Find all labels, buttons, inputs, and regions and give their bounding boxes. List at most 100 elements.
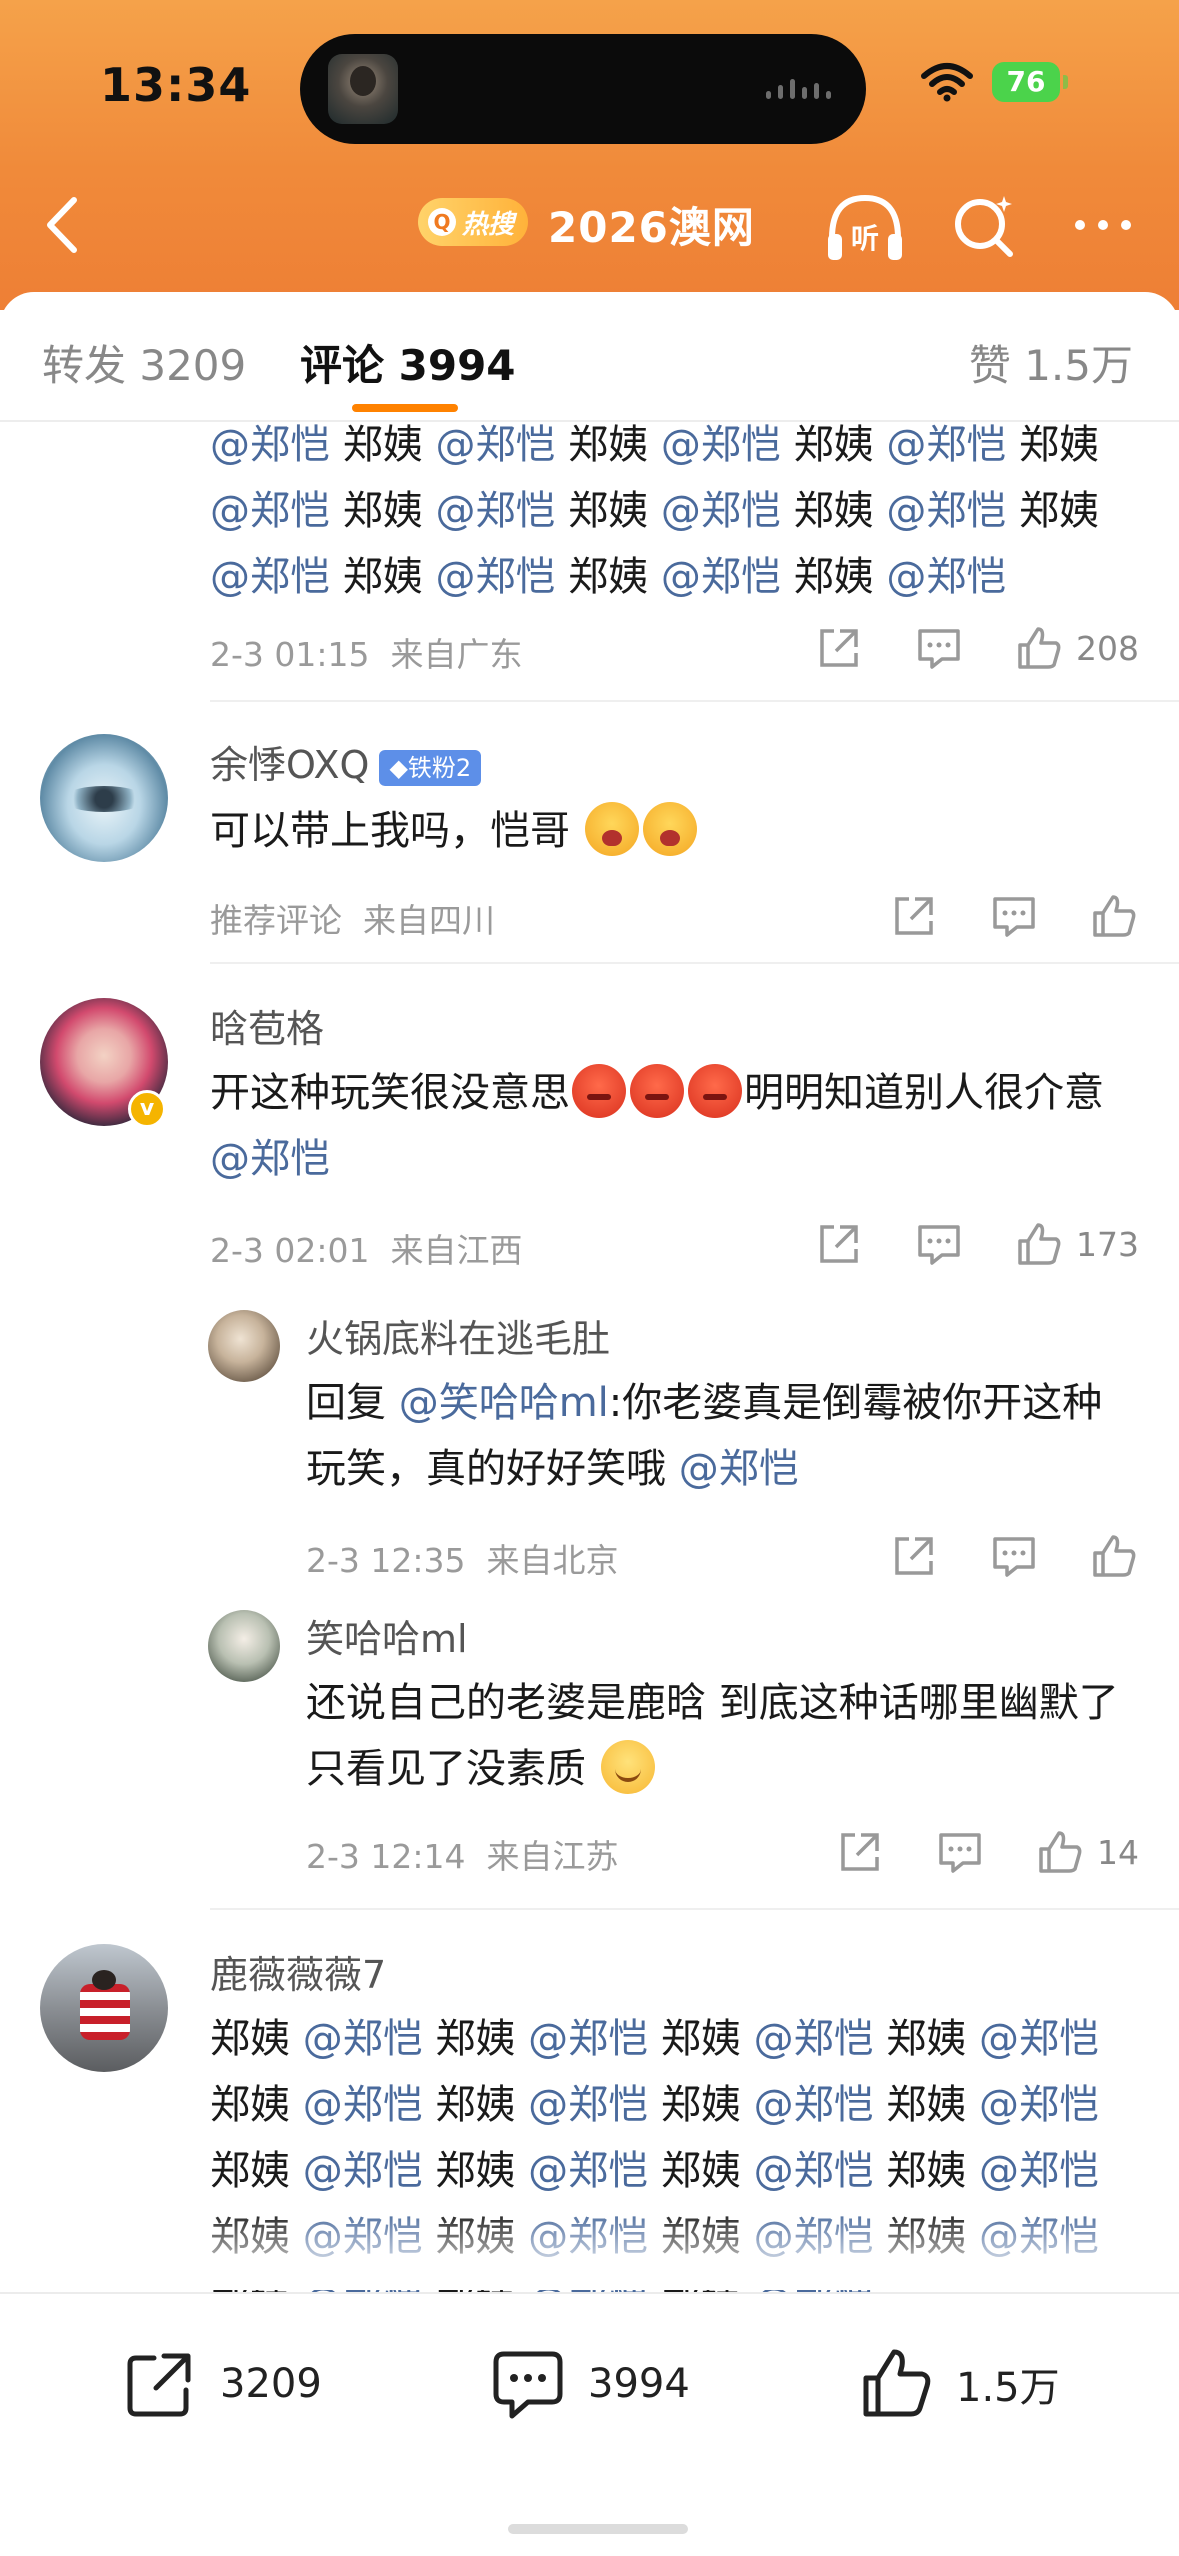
fan-badge[interactable]: ◆铁粉2 xyxy=(379,749,482,786)
comment-text-fragment: 郑姨 xyxy=(330,554,436,600)
like-icon xyxy=(1018,627,1061,669)
username[interactable]: 鹿薇薇薇7 xyxy=(210,1944,386,1999)
comment-location: 来自江苏 xyxy=(486,1837,619,1876)
mention-link[interactable]: @郑恺 xyxy=(435,422,555,468)
listen-icon[interactable]: 听 xyxy=(822,188,908,268)
mention-link[interactable]: @郑恺 xyxy=(979,2148,1099,2194)
share-icon[interactable] xyxy=(889,1531,939,1581)
dynamic-island[interactable] xyxy=(300,34,866,144)
tab-repost[interactable]: 转发 3209 xyxy=(42,332,246,393)
search-icon[interactable] xyxy=(948,190,1020,262)
mention-link[interactable]: @郑恺 xyxy=(210,488,330,534)
mention-link[interactable]: @郑恺 xyxy=(979,2016,1099,2062)
tab-likes[interactable]: 赞 1.5万 xyxy=(969,332,1133,393)
repost-button[interactable]: 3209 xyxy=(120,2344,322,2424)
comment-list[interactable]: @郑恺 郑姨 @郑恺 郑姨 @郑恺 郑姨 @郑恺 郑姨 @郑恺 郑姨 @郑恺 郑… xyxy=(0,422,1179,2292)
comment-icon[interactable] xyxy=(914,623,964,673)
comment-location: 来自四川 xyxy=(362,901,495,940)
smile-emoji-icon xyxy=(600,1740,655,1794)
mention-link[interactable]: @郑恺 xyxy=(754,2148,874,2194)
like-icon xyxy=(1093,1535,1136,1577)
username[interactable]: 火锅底料在逃毛肚 xyxy=(306,1308,610,1363)
mention-link[interactable]: @郑恺 xyxy=(679,1446,799,1492)
like-button[interactable] xyxy=(1089,891,1139,941)
share-icon xyxy=(127,2353,191,2417)
mention-link[interactable]: @郑恺 xyxy=(754,2016,874,2062)
crying-emoji-icon xyxy=(642,802,697,856)
header: 13:34 76 Q 热搜 2026澳网 听 xyxy=(0,0,1179,310)
avatar[interactable] xyxy=(208,1610,280,1682)
mention-link[interactable]: @郑恺 xyxy=(210,554,330,600)
username[interactable]: 晗苞格 xyxy=(210,998,324,1053)
battery-indicator: 76 xyxy=(992,62,1068,102)
like-button[interactable]: 208 xyxy=(1014,623,1139,673)
hot-search-label: 热搜 xyxy=(462,209,515,240)
comment-text-fragment: 郑姨 xyxy=(780,554,887,600)
comment-text-fragment: 郑姨 xyxy=(330,488,436,534)
avatar[interactable] xyxy=(40,734,168,862)
comment-text-fragment: 郑姨 xyxy=(210,2082,303,2128)
comment-icon[interactable] xyxy=(989,891,1039,941)
mention-link[interactable]: @郑恺 xyxy=(754,2082,874,2128)
mention-link[interactable]: @郑恺 xyxy=(661,422,781,468)
like-icon xyxy=(1093,895,1136,937)
comment-icon[interactable] xyxy=(914,1219,964,1269)
comment-text-fragment: 郑姨 xyxy=(422,2016,529,2062)
share-icon[interactable] xyxy=(889,891,939,941)
angry-emoji-icon xyxy=(572,1064,626,1118)
like-button[interactable]: 14 xyxy=(1035,1827,1139,1877)
back-icon[interactable] xyxy=(34,190,94,260)
like-button[interactable]: 173 xyxy=(1014,1219,1139,1269)
more-icon[interactable] xyxy=(1068,200,1138,250)
share-icon[interactable] xyxy=(814,1219,864,1269)
comment-text-fragment: 郑姨 xyxy=(1006,488,1100,534)
comment-text-fragment: 郑姨 xyxy=(648,2148,754,2194)
mention-link[interactable]: @郑恺 xyxy=(303,2016,423,2062)
comment-icon[interactable] xyxy=(989,1531,1039,1581)
mention-link[interactable]: @郑恺 xyxy=(435,554,555,600)
reply-text: 回复 @笑哈哈ml:你老婆真是倒霉被你开这种玩笑，真的好好笑哦 @郑恺 xyxy=(306,1370,1126,1502)
like-button[interactable] xyxy=(1089,1531,1139,1581)
mention-link[interactable]: @郑恺 xyxy=(210,422,330,468)
avatar[interactable] xyxy=(208,1310,280,1382)
comment-text-content: 可以带上我吗，恺哥 xyxy=(210,808,570,854)
mention-link[interactable]: @郑恺 xyxy=(979,2082,1099,2128)
mention-link[interactable]: @郑恺 xyxy=(435,488,555,534)
comment-time: 2-3 12:35 xyxy=(306,1541,466,1580)
mention-link[interactable]: @郑恺 xyxy=(528,2148,648,2194)
page-title[interactable]: 2026澳网 xyxy=(548,194,755,255)
status-bar: 13:34 76 xyxy=(0,0,1179,170)
mention-link[interactable]: @郑恺 xyxy=(528,2016,648,2062)
mention-link[interactable]: @郑恺 xyxy=(886,422,1006,468)
username[interactable]: 笑哈哈ml xyxy=(306,1608,468,1663)
avatar[interactable] xyxy=(40,1944,168,2072)
repost-count: 3209 xyxy=(220,2361,322,2407)
mention-link[interactable]: @郑恺 xyxy=(661,488,781,534)
mention-link[interactable]: @郑恺 xyxy=(661,554,781,600)
mention-link[interactable]: @郑恺 xyxy=(528,2082,648,2128)
comment-actions: 14 xyxy=(835,1822,1139,1882)
mention-link[interactable]: @郑恺 xyxy=(886,554,1006,600)
home-indicator[interactable] xyxy=(508,2524,688,2534)
share-icon[interactable] xyxy=(835,1827,885,1877)
like-button[interactable]: 1.5万 xyxy=(856,2344,1060,2424)
comment-text-fragment: 郑姨 xyxy=(210,2148,303,2194)
mention-link[interactable]: @郑恺 xyxy=(886,488,1006,534)
comment-text-fragment: 郑姨 xyxy=(873,2016,980,2062)
comment-text: 可以带上我吗，恺哥 xyxy=(210,798,1140,864)
hot-search-badge[interactable]: Q 热搜 xyxy=(418,198,528,246)
comment-location: 来自广东 xyxy=(390,635,523,674)
svg-text:听: 听 xyxy=(851,222,879,255)
comment-button[interactable]: 3994 xyxy=(488,2344,690,2424)
comment-time: 2-3 01:15 xyxy=(210,635,370,674)
mention-link[interactable]: @笑哈哈ml xyxy=(399,1380,609,1426)
comment-icon[interactable] xyxy=(935,1827,985,1877)
mention-link[interactable]: @郑恺 xyxy=(303,2082,423,2128)
crying-emoji-icon xyxy=(584,802,639,856)
comment-location: 来自江西 xyxy=(390,1231,523,1270)
username[interactable]: 余悸OXQ ◆铁粉2 xyxy=(210,734,482,789)
mention-link[interactable]: @郑恺 xyxy=(210,1136,330,1182)
mention-link[interactable]: @郑恺 xyxy=(303,2148,423,2194)
like-icon xyxy=(863,2349,931,2417)
share-icon[interactable] xyxy=(814,623,864,673)
